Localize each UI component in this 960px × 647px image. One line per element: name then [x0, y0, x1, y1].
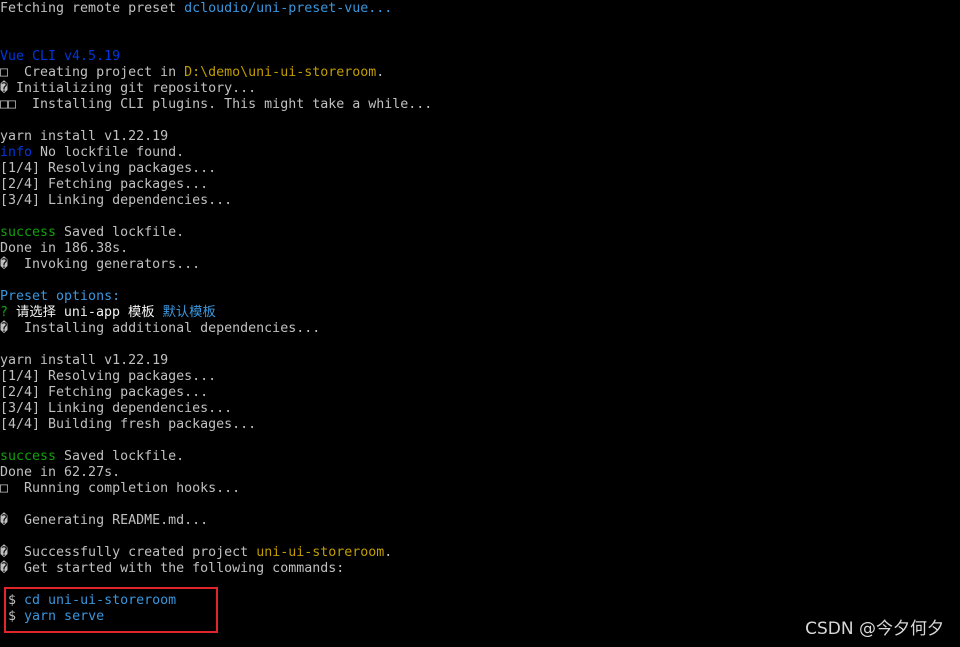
terminal-segment: � Initializing git repository... — [0, 81, 257, 96]
terminal-line: Vue CLI v4.5.19 — [0, 49, 960, 65]
terminal-segment: dcloudio/uni-preset-vue... — [184, 1, 393, 16]
terminal-line: Preset options: — [0, 289, 960, 305]
terminal-line: � Initializing git repository... — [0, 81, 960, 97]
terminal-segment: [3/4] Linking dependencies... — [0, 401, 233, 416]
terminal-segment: � Generating README.md... — [0, 513, 209, 528]
terminal-segment: Fetching remote preset — [0, 1, 185, 16]
terminal-segment: Done in 186.38s. — [0, 241, 129, 256]
terminal-line: [3/4] Linking dependencies... — [0, 193, 960, 209]
terminal-line: � Successfully created project uni-ui-st… — [0, 545, 960, 561]
terminal-segment: [1/4] Resolving packages... — [0, 161, 217, 176]
terminal-segment: . — [376, 65, 385, 80]
terminal-segment: . — [384, 545, 393, 560]
terminal-segment: [1/4] Resolving packages... — [0, 369, 217, 384]
terminal-segment: uni-ui-storeroom — [256, 545, 385, 560]
terminal-line: info No lockfile found. — [0, 145, 960, 161]
terminal-segment: � Successfully created project — [0, 545, 257, 560]
terminal-line: � Invoking generators... — [0, 257, 960, 273]
terminal-segment: info — [0, 145, 33, 160]
terminal-segment: No lockfile found. — [32, 145, 185, 160]
terminal-segment: [2/4] Fetching packages... — [0, 385, 209, 400]
terminal-line: [2/4] Fetching packages... — [0, 177, 960, 193]
terminal-segment: D:\demo\uni-ui-storeroom — [184, 65, 377, 80]
terminal-segment: 请选择 uni-app 模板 — [8, 305, 163, 320]
terminal-segment: [2/4] Fetching packages... — [0, 177, 209, 192]
terminal-line: □ Running completion hooks... — [0, 481, 960, 497]
terminal-segment: yarn install v1.22.19 — [0, 353, 169, 368]
terminal-segment: � Installing additional dependencies... — [0, 321, 321, 336]
terminal-line: Done in 62.27s. — [0, 465, 960, 481]
terminal-line: □ Creating project in D:\demo\uni-ui-sto… — [0, 65, 960, 81]
terminal-line: ? 请选择 uni-app 模板 默认模板 — [0, 305, 960, 321]
terminal-segment: Preset options: — [0, 289, 121, 304]
terminal-line: [3/4] Linking dependencies... — [0, 401, 960, 417]
terminal-segment: ? — [0, 305, 9, 320]
terminal-segment: � Get started with the following command… — [0, 561, 345, 576]
terminal-segment: yarn install v1.22.19 — [0, 129, 169, 144]
terminal-line: � Installing additional dependencies... — [0, 321, 960, 337]
terminal-line: yarn install v1.22.19 — [0, 129, 960, 145]
terminal-segment: □ Running completion hooks... — [0, 481, 241, 496]
terminal-segment: Done in 62.27s. — [0, 465, 121, 480]
terminal-line: [1/4] Resolving packages... — [0, 369, 960, 385]
terminal-line: � Get started with the following command… — [0, 561, 960, 577]
terminal-segment: Vue CLI v4.5.19 — [0, 49, 121, 64]
terminal-line: [1/4] Resolving packages... — [0, 161, 960, 177]
terminal-segment: 默认模板 — [162, 305, 216, 320]
terminal-line: Fetching remote preset dcloudio/uni-pres… — [0, 1, 960, 17]
terminal-segment: Saved lockfile. — [56, 449, 185, 464]
terminal-segment: � Invoking generators... — [0, 257, 201, 272]
terminal-line: □□ Installing CLI plugins. This might ta… — [0, 97, 960, 113]
highlight-box-commands — [4, 587, 218, 633]
terminal-segment: □ Creating project in — [0, 65, 185, 80]
terminal-segment: success — [0, 225, 57, 240]
watermark-label: CSDN @今夕何夕 — [805, 619, 944, 639]
terminal-segment: [3/4] Linking dependencies... — [0, 193, 233, 208]
terminal-line: � Generating README.md... — [0, 513, 960, 529]
terminal-segment: Saved lockfile. — [56, 225, 185, 240]
terminal-line: [4/4] Building fresh packages... — [0, 417, 960, 433]
terminal-output: Fetching remote preset dcloudio/uni-pres… — [0, 1, 960, 625]
terminal-line: [2/4] Fetching packages... — [0, 385, 960, 401]
terminal-line: success Saved lockfile. — [0, 225, 960, 241]
terminal-segment: □□ Installing CLI plugins. This might ta… — [0, 97, 433, 112]
terminal-line: success Saved lockfile. — [0, 449, 960, 465]
terminal-line: yarn install v1.22.19 — [0, 353, 960, 369]
terminal-line: Done in 186.38s. — [0, 241, 960, 257]
terminal-segment: [4/4] Building fresh packages... — [0, 417, 257, 432]
terminal-segment: success — [0, 449, 57, 464]
